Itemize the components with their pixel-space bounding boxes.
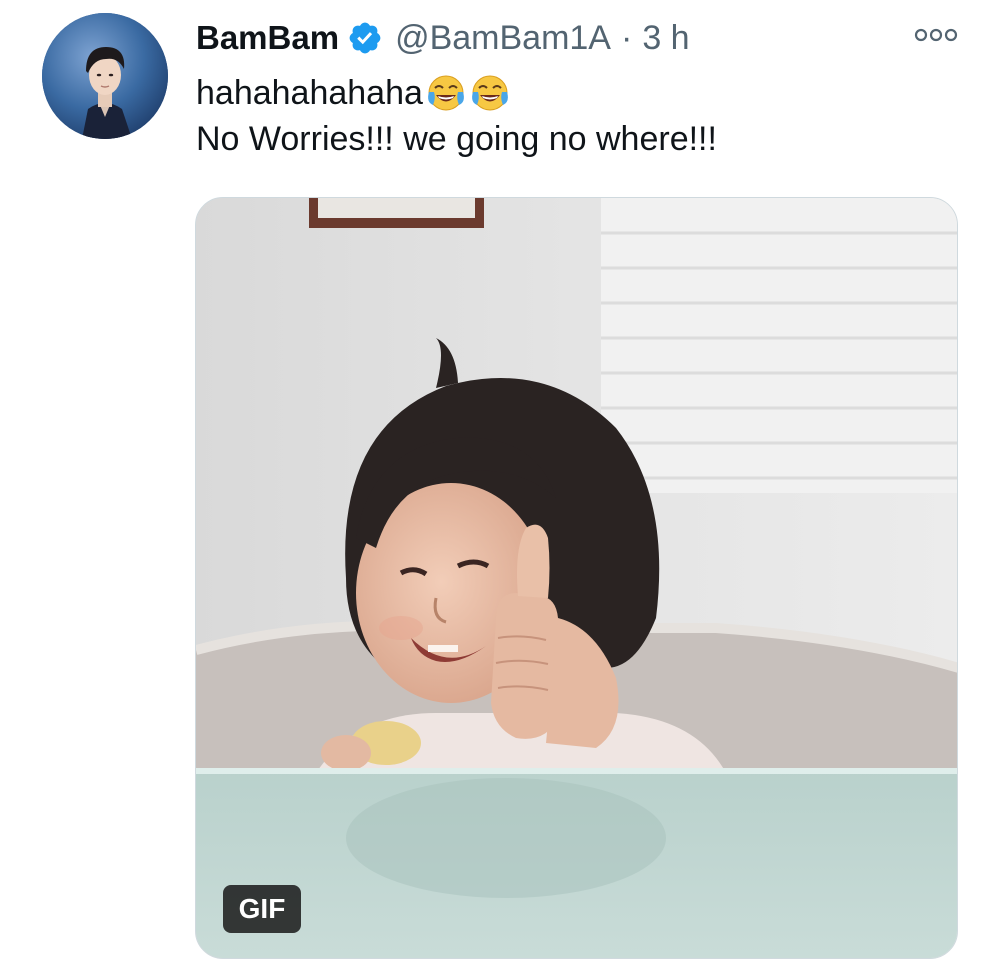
more-dots-icon[interactable] — [914, 24, 958, 46]
tweet-text-line-1: hahahahahaha — [196, 70, 717, 116]
tweet-text: hahahahahaha No Worries!!! we going no w… — [196, 70, 717, 162]
avatar-photo-icon — [42, 13, 168, 139]
author-handle[interactable]: @BamBam1A — [395, 19, 611, 58]
author-display-name[interactable]: BamBam — [196, 19, 339, 57]
face-with-tears-of-joy-icon — [469, 72, 511, 114]
tweet-media-gif[interactable]: GIF — [195, 197, 958, 959]
verified-badge-icon — [347, 20, 383, 56]
avatar[interactable] — [42, 13, 168, 139]
tweet-timestamp[interactable]: 3 h — [642, 19, 689, 58]
gif-thumbnail-icon — [196, 198, 957, 958]
tweet-text-line-1-text: hahahahahaha — [196, 74, 423, 112]
tweet-text-line-2: No Worries!!! we going no where!!! — [196, 116, 717, 162]
tweet-header: BamBam @BamBam1A · 3 h — [196, 14, 690, 62]
tweet-text-line-2-text: No Worries!!! we going no where!!! — [196, 120, 717, 158]
separator-dot: · — [620, 18, 633, 57]
tweet[interactable]: BamBam @BamBam1A · 3 h hahahahahaha No W… — [0, 0, 1000, 975]
face-with-tears-of-joy-icon — [425, 72, 467, 114]
gif-badge: GIF — [223, 885, 301, 933]
